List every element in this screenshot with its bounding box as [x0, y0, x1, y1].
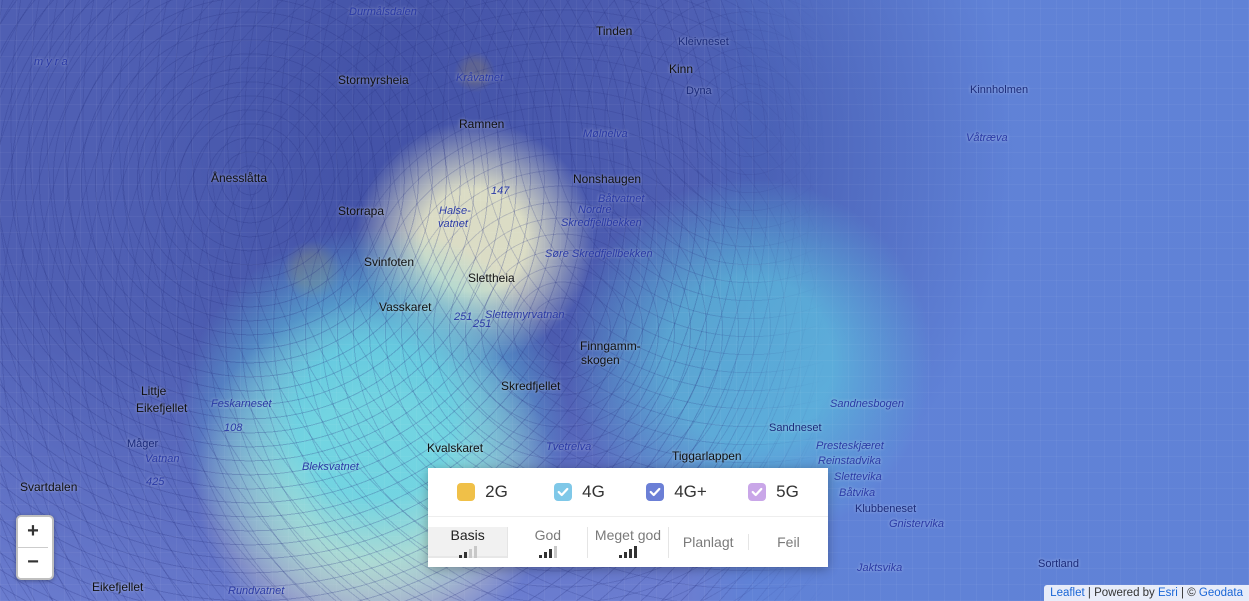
quality-tab-planlagt[interactable]: Planlagt [669, 534, 749, 550]
tech-label: 4G [582, 482, 605, 502]
quality-tab-god[interactable]: God [508, 527, 588, 558]
checkbox-checked-icon [646, 483, 664, 501]
signal-bars-icon [459, 546, 477, 558]
tech-label: 2G [485, 482, 508, 502]
checkbox-checked-icon [748, 483, 766, 501]
quality-label: Basis [450, 527, 484, 543]
zoom-control: + − [16, 515, 54, 580]
quality-tab-basis[interactable]: Basis [428, 527, 508, 558]
quality-tab-megetgod[interactable]: Meget god [588, 527, 668, 558]
attribution-text: | Powered by [1085, 587, 1158, 599]
attribution-geodata-link[interactable]: Geodata [1199, 587, 1243, 599]
tech-label: 5G [776, 482, 799, 502]
quality-label: Feil [777, 534, 800, 550]
signal-bars-icon [619, 546, 637, 558]
quality-row: Basis God Meget god Planlagt Feil [428, 517, 828, 567]
attribution-esri-link[interactable]: Esri [1158, 587, 1178, 599]
tech-toggle-5g[interactable]: 5G [725, 482, 822, 502]
quality-label: God [535, 527, 561, 543]
tech-toggle-4g[interactable]: 4G [531, 482, 628, 502]
tech-toggle-2g[interactable]: 2G [434, 482, 531, 502]
checkbox-icon [457, 483, 475, 501]
quality-label: Planlagt [683, 534, 734, 550]
coverage-legend-panel: 2G 4G 4G+ 5G Basis God Meget god Planlagt Feil [428, 468, 828, 567]
checkbox-checked-icon [554, 483, 572, 501]
attribution-text: | © [1178, 587, 1199, 599]
signal-bars-icon [539, 546, 557, 558]
zoom-in-button[interactable]: + [18, 517, 48, 547]
zoom-out-button[interactable]: − [18, 547, 48, 578]
quality-tab-feil[interactable]: Feil [749, 534, 828, 550]
technology-row: 2G 4G 4G+ 5G [428, 468, 828, 517]
attribution-leaflet-link[interactable]: Leaflet [1050, 587, 1085, 599]
tech-label: 4G+ [674, 482, 707, 502]
map-attribution: Leaflet | Powered by Esri | © Geodata [1044, 585, 1249, 601]
tech-toggle-4gp[interactable]: 4G+ [628, 482, 725, 502]
quality-label: Meget god [595, 527, 661, 543]
